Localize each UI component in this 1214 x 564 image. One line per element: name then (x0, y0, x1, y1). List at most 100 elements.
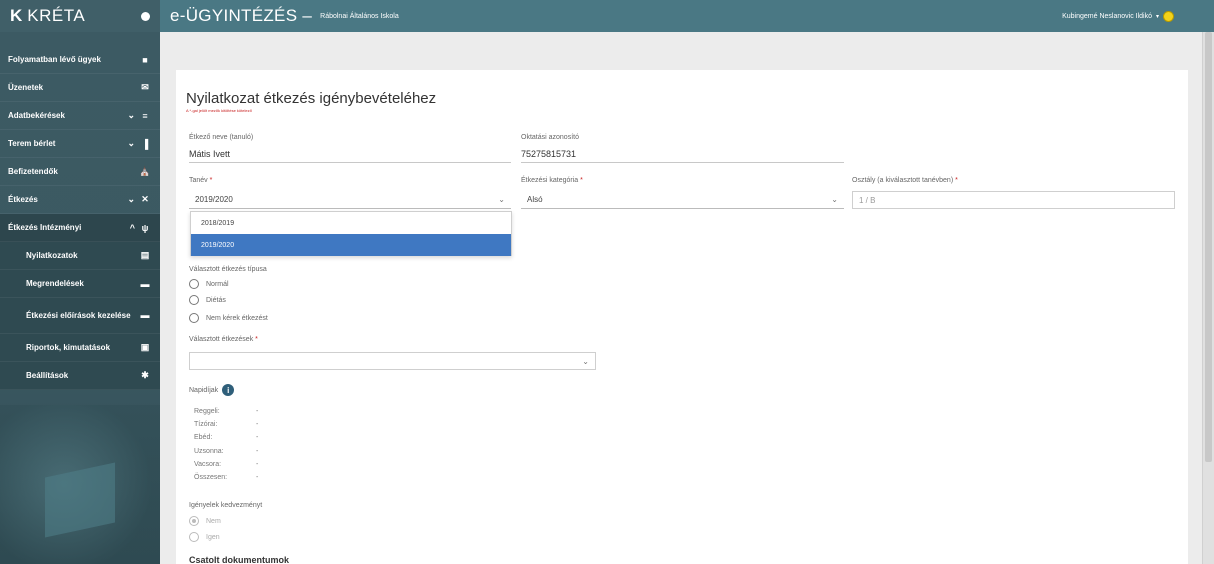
price-row: Összesen: - (194, 474, 274, 481)
bank-icon: ⛪ (139, 166, 151, 176)
radio-icon[interactable] (189, 295, 199, 305)
report-icon: ▣ (140, 342, 150, 352)
gear-icon: ✱ (141, 370, 149, 380)
radio-label: Nem (206, 517, 221, 525)
menu-toggle-icon[interactable] (141, 11, 150, 21)
school-name: Rábolnai Általános Iskola (320, 12, 399, 20)
sidebar-item-label: Nyilatkozatok (26, 251, 78, 260)
meal-type-diet[interactable]: Diétás (189, 295, 226, 305)
price-label: Uzsonna: (194, 448, 224, 455)
app-logo-text[interactable]: KRÉTA (27, 6, 141, 26)
radio-label: Normál (206, 280, 229, 288)
year-select-value: 2019/2020 (195, 195, 233, 204)
daily-prices-text: Napidíjak (189, 386, 219, 394)
price-value: - (256, 448, 259, 455)
price-label: Összesen: (194, 474, 228, 481)
sidebar-item-meal-rules[interactable]: Étkezési előírások kezelése ▬ (0, 298, 160, 334)
meals-select[interactable]: ⌄ (189, 352, 596, 370)
year-option[interactable]: 2018/2019 (191, 212, 511, 234)
list-icon: ≡ (142, 110, 148, 121)
sidebar-item-data-requests[interactable]: Adatbekérések ⌄ ≡ (0, 102, 160, 130)
class-field-value: 1 / B (859, 195, 876, 205)
class-label-text: Osztály (a kiválasztott tanévben) (852, 177, 954, 184)
scrollbar[interactable] (1202, 32, 1214, 564)
info-icon[interactable]: i (222, 384, 235, 396)
sidebar-item-label: Terem bérlet (8, 139, 56, 148)
discount-no[interactable]: Nem (189, 516, 221, 526)
year-option-selected[interactable]: 2019/2020 (191, 234, 511, 256)
price-row: Uzsonna: - (194, 448, 274, 455)
sidebar-item-payables[interactable]: Befizetendők ⛪ (0, 158, 160, 186)
scrollbar-thumb[interactable] (1205, 32, 1212, 462)
chevron-down-icon: ⌄ (498, 195, 505, 204)
edu-id-field: 75275815731 (521, 149, 577, 159)
required-note: A *-gal jelölt mezők kitöltése kötelező (186, 108, 252, 113)
radio-icon[interactable] (189, 532, 199, 542)
radio-label: Igen (206, 533, 220, 541)
meal-type-normal[interactable]: Normál (189, 279, 229, 289)
price-row: Reggeli: - (194, 408, 274, 415)
sidebar-item-messages[interactable]: Üzenetek ✉ (0, 74, 160, 102)
sidebar-item-settings[interactable]: Beállítások ✱ (0, 362, 160, 390)
sidebar-item-label: Üzenetek (8, 83, 44, 92)
sidebar-item-label: Folyamatban lévő ügyek (8, 55, 101, 64)
category-label: Étkezési kategória * (521, 177, 583, 184)
discount-yes[interactable]: Igen (189, 532, 220, 542)
radio-label: Diétás (206, 296, 226, 304)
smiley-icon[interactable] (1163, 10, 1174, 22)
chevron-down-icon: ⌄ (127, 110, 135, 120)
price-label: Reggeli: (194, 408, 220, 415)
building-icon: ▐ (141, 138, 149, 149)
price-label: Tízórai: (194, 421, 218, 428)
sidebar-item-label: Adatbekérések (8, 111, 65, 120)
page-title: Nyilatkozat étkezés igénybevételéhez (186, 90, 437, 107)
utensils-cross-icon: ✕ (141, 194, 149, 204)
radio-icon[interactable] (189, 516, 199, 526)
folder-icon: ▬ (140, 278, 150, 289)
price-value: - (256, 474, 259, 481)
meal-type-label: Választott étkezés típusa (189, 266, 267, 273)
chevron-down-icon: ⌄ (127, 194, 135, 204)
price-value: - (256, 461, 259, 468)
edu-id-underline (521, 162, 844, 163)
radio-icon[interactable] (189, 279, 199, 289)
folder-open-icon: ▬ (140, 310, 150, 320)
price-value: - (256, 408, 259, 415)
meals-label-text: Választott étkezések (189, 336, 254, 343)
radio-icon[interactable] (189, 313, 199, 323)
sidebar-item-reports[interactable]: Riportok, kimutatások ▣ (0, 334, 160, 362)
chevron-up-icon: ^ (129, 222, 135, 233)
sidebar-item-label: Befizetendők (8, 167, 58, 176)
sidebar-item-ongoing-cases[interactable]: Folyamatban lévő ügyek ■ (0, 46, 160, 74)
sidebar-item-meals[interactable]: Étkezés ⌄ ✕ (0, 186, 160, 214)
meals-label: Választott étkezések * (189, 336, 258, 343)
user-menu[interactable]: Kubingemé Neslanovic Ildikó ▾ (1062, 10, 1174, 22)
title-separator: – (302, 6, 313, 25)
category-select[interactable]: Alsó ⌄ (521, 191, 844, 209)
year-select[interactable]: 2019/2020 ⌄ (189, 191, 511, 209)
year-label: Tanév * (189, 177, 213, 184)
meal-type-none[interactable]: Nem kérek étkezést (189, 313, 268, 323)
sidebar-item-label: Megrendelések (26, 279, 84, 288)
student-name-underline (189, 162, 511, 163)
document-icon: ▤ (140, 250, 150, 260)
chevron-down-icon: ▾ (1155, 13, 1159, 20)
sidebar-item-orders[interactable]: Megrendelések ▬ (0, 270, 160, 298)
discount-label: Igényelek kedvezményt (189, 502, 263, 509)
sidebar-item-institutional-meals[interactable]: Étkezés Intézményi ^ ψ (0, 214, 160, 242)
sidebar-item-declarations[interactable]: Nyilatkozatok ▤ (0, 242, 160, 270)
daily-prices-label: Napidíjak i (189, 384, 235, 396)
top-bar: e-ÜGYINTÉZÉS – Rábolnai Általános Iskola… (160, 0, 1214, 32)
sidebar-item-label: Étkezés (8, 195, 38, 204)
sidebar-item-room-rental[interactable]: Terem bérlet ⌄ ▐ (0, 130, 160, 158)
price-label: Vacsora: (194, 461, 222, 468)
student-name-field: Mátis Ivett (189, 149, 231, 159)
student-name-label: Étkező neve (tanuló) (189, 134, 254, 141)
fork-knife-icon: ψ (141, 222, 149, 233)
chevron-down-icon: ⌄ (582, 356, 589, 366)
chevron-down-icon: ⌄ (127, 138, 135, 148)
year-dropdown-list: 2018/2019 2019/2020 (190, 211, 512, 256)
category-select-value: Alsó (527, 195, 543, 204)
year-label-text: Tanév (189, 177, 208, 184)
sidebar: K KRÉTA Folyamatban lévő ügyek ■ Üzenete… (0, 0, 160, 564)
